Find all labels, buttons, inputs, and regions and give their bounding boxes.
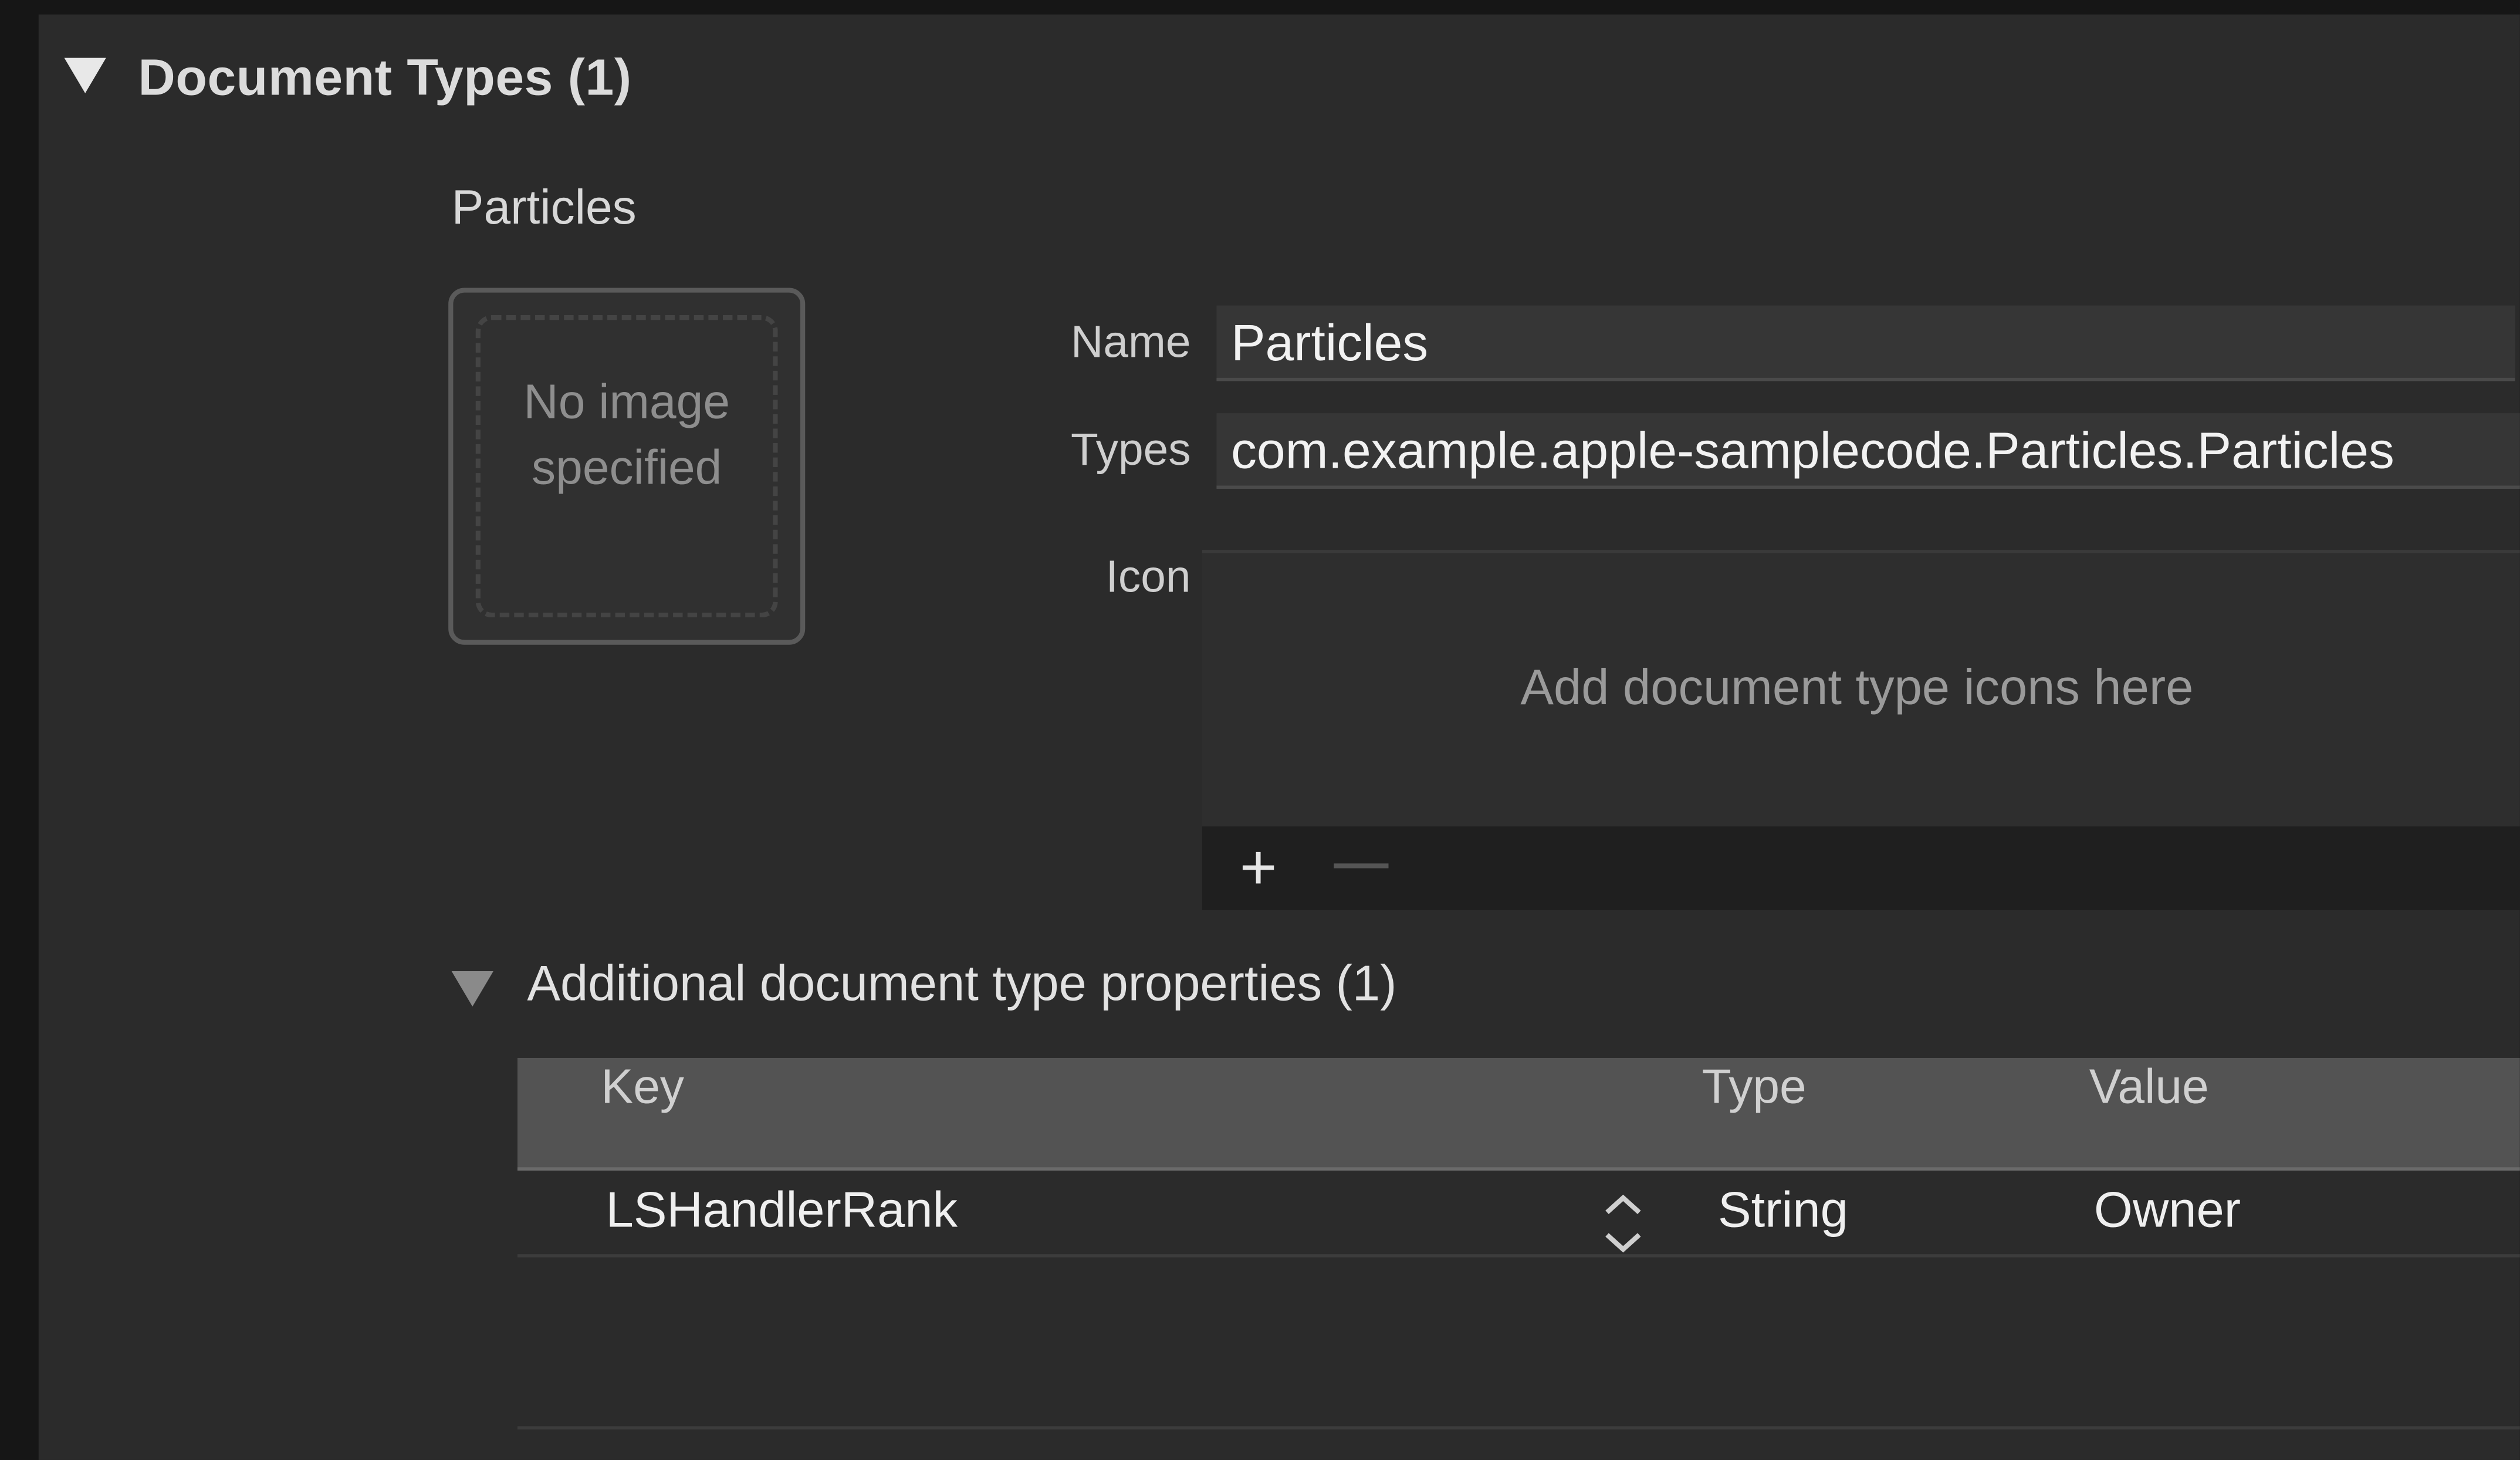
table-bottom-border: [517, 1426, 2520, 1429]
window-left-edge: [0, 0, 39, 1460]
icon-toolbar: [1202, 826, 2520, 910]
row-key[interactable]: LSHandlerRank: [606, 1182, 958, 1240]
types-field[interactable]: com.example.apple-samplecode.Particles.P…: [1216, 413, 2520, 489]
key-stepper-icon[interactable]: [1601, 1191, 1646, 1256]
additional-properties-title: Additional document type properties (1): [527, 955, 1397, 1012]
disclosure-triangle-icon[interactable]: [64, 58, 106, 93]
document-types-panel: Document Types (1) Particles No image sp…: [0, 0, 2520, 1460]
table-header: [517, 1057, 2520, 1171]
image-well-placeholder: No image specified: [523, 376, 730, 495]
column-header-type[interactable]: Type: [1702, 1061, 1807, 1116]
column-header-value[interactable]: Value: [2089, 1061, 2209, 1116]
name-field[interactable]: Particles: [1216, 305, 2515, 381]
icon-label: Icon: [1105, 551, 1191, 601]
disclosure-triangle-icon[interactable]: [451, 971, 493, 1007]
minus-icon[interactable]: [1334, 863, 1389, 868]
document-type-heading: Particles: [451, 181, 637, 235]
column-header-key[interactable]: Key: [601, 1061, 684, 1116]
types-label: Types: [1070, 424, 1191, 475]
icon-drop-hint: Add document type icons here: [1520, 659, 2194, 716]
section-title: Document Types (1): [138, 48, 632, 106]
row-type[interactable]: String: [1718, 1182, 1848, 1240]
row-value[interactable]: Owner: [2094, 1182, 2241, 1240]
name-label: Name: [1070, 316, 1191, 367]
plus-icon[interactable]: +: [1231, 836, 1286, 901]
window-top-edge: [0, 0, 2520, 15]
